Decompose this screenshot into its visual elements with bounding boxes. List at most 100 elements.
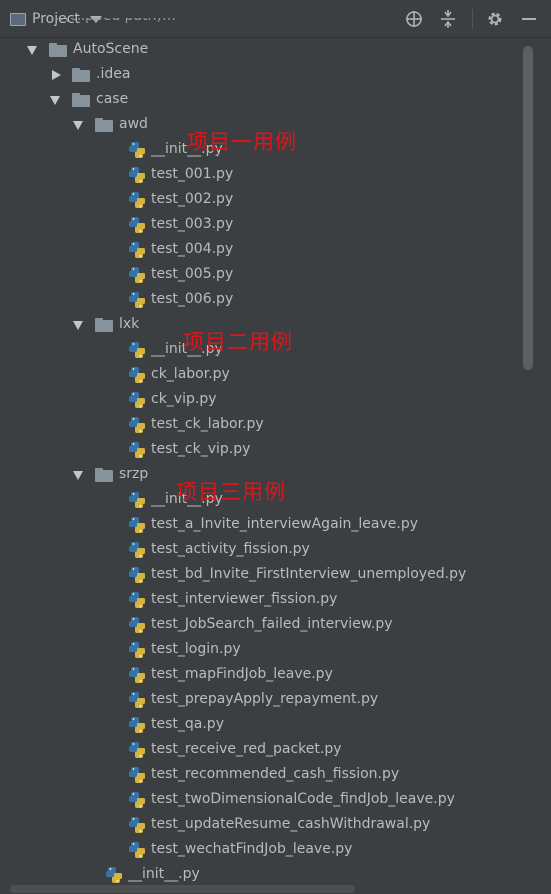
tree-row-label: test_003.py [151,216,234,232]
python-file-icon [128,416,146,434]
expand-arrow-down-icon[interactable] [73,471,83,480]
annotation-lxk: 项目二用例 [183,330,293,354]
folder-icon [49,43,67,57]
tree-row-label: ck_vip.py [151,391,217,407]
tree-file-test-bd-invite-firstinterview-unemployed-py[interactable]: test_bd_Invite_FirstInterview_unemployed… [0,563,520,588]
python-file-icon [128,191,146,209]
folder-icon [95,468,113,482]
python-file-icon [128,791,146,809]
tree-row-label: test_bd_Invite_FirstInterview_unemployed… [151,566,467,582]
tree-file-test-activity-fission-py[interactable]: test_activity_fission.py [0,538,520,563]
tree-file-test-002-py[interactable]: test_002.py [0,188,520,213]
tree-row-label: test_activity_fission.py [151,541,310,557]
expand-arrow-down-icon[interactable] [50,96,60,105]
python-file-icon [128,266,146,284]
tree-file-test-006-py[interactable]: test_006.py [0,288,520,313]
tree-file-ck-labor-py[interactable]: ck_labor.py [0,363,520,388]
tree-file-test-mapfindjob-leave-py[interactable]: test_mapFindJob_leave.py [0,663,520,688]
tree-row-label: test_login.py [151,641,241,657]
tree-row-label: lxk [119,316,140,332]
tree-row-label: test_twoDimensionalCode_findJob_leave.py [151,791,455,807]
tree-file-test-001-py[interactable]: test_001.py [0,163,520,188]
expand-arrow-down-icon[interactable] [27,46,37,55]
expand-arrow-down-icon[interactable] [73,121,83,130]
horizontal-scrollbar-thumb[interactable] [10,885,355,893]
tree-file-test-qa-py[interactable]: test_qa.py [0,713,520,738]
python-file-icon [128,341,146,359]
tree-row-label: ck_labor.py [151,366,230,382]
tree-row-label: test_005.py [151,266,234,282]
tree-file-test-005-py[interactable]: test_005.py [0,263,520,288]
expand-arrow-right-icon[interactable] [52,70,61,80]
python-file-icon [128,666,146,684]
expand-arrow-down-icon[interactable] [73,321,83,330]
tree-row-clipped[interactable]: …(clipped path)… [0,18,520,32]
project-tree: …(clipped path)… AutoScene .idea case awd __i… [0,18,551,894]
tree-row-label: test_ck_labor.py [151,416,264,432]
tree-row-label: test_002.py [151,191,234,207]
tree-folder-autoscene[interactable]: AutoScene [0,38,520,63]
annotation-srzp: 项目三用例 [176,480,286,504]
tree-row-label: test_interviewer_fission.py [151,591,338,607]
tree-file-test-twodimensionalcode-findjob-leave-py[interactable]: test_twoDimensionalCode_findJob_leave.py [0,788,520,813]
tree-folder-idea[interactable]: .idea [0,63,520,88]
annotation-awd: 项目一用例 [187,130,297,154]
folder-icon [95,318,113,332]
tree-file-test-a-invite-interviewagain-leave-py[interactable]: test_a_Invite_interviewAgain_leave.py [0,513,520,538]
python-file-icon [128,841,146,859]
tree-row-label: test_a_Invite_interviewAgain_leave.py [151,516,419,532]
python-file-icon [128,516,146,534]
python-file-icon [128,741,146,759]
folder-icon [72,68,90,82]
tree-row-label: test_wechatFindJob_leave.py [151,841,353,857]
tree-file-ck-vip-py[interactable]: ck_vip.py [0,388,520,413]
tree-row-label: test_qa.py [151,716,224,732]
tree-file-test-ck-vip-py[interactable]: test_ck_vip.py [0,438,520,463]
python-file-icon [128,616,146,634]
tree-file-test-login-py[interactable]: test_login.py [0,638,520,663]
tree-row-label: awd [119,116,148,132]
tree-file-test-jobsearch-failed-interview-py[interactable]: test_JobSearch_failed_interview.py [0,613,520,638]
python-file-icon [128,166,146,184]
tree-file-test-recommended-cash-fission-py[interactable]: test_recommended_cash_fission.py [0,763,520,788]
tree-row-label: .idea [96,66,131,82]
python-file-icon [128,641,146,659]
tree-file-test-004-py[interactable]: test_004.py [0,238,520,263]
tree-row-label: test_recommended_cash_fission.py [151,766,400,782]
tree-row-label: test_004.py [151,241,234,257]
tree-row-label: test_mapFindJob_leave.py [151,666,333,682]
tree-row-label: test_prepayApply_repayment.py [151,691,379,707]
python-file-icon [128,366,146,384]
python-file-icon [128,241,146,259]
tree-file-test-interviewer-fission-py[interactable]: test_interviewer_fission.py [0,588,520,613]
tree-row-label: test_JobSearch_failed_interview.py [151,616,393,632]
python-file-icon [128,391,146,409]
tree-file-test-ck-labor-py[interactable]: test_ck_labor.py [0,413,520,438]
python-file-icon [128,291,146,309]
tree-file-test-wechatfindjob-leave-py[interactable]: test_wechatFindJob_leave.py [0,838,520,863]
python-file-icon [128,816,146,834]
folder-icon [95,118,113,132]
python-file-icon [128,141,146,159]
tree-row-label: test_006.py [151,291,234,307]
tree-file-test-receive-red-packet-py[interactable]: test_receive_red_packet.py [0,738,520,763]
tree-row-label: test_ck_vip.py [151,441,251,457]
tree-file-test-updateresume-cashwithdrawal-py[interactable]: test_updateResume_cashWithdrawal.py [0,813,520,838]
tree-file-test-prepayapply-repayment-py[interactable]: test_prepayApply_repayment.py [0,688,520,713]
tree-folder-case[interactable]: case [0,88,520,113]
tree-row-label: case [96,91,129,107]
python-file-icon [128,566,146,584]
python-file-icon [128,441,146,459]
tree-file-test-003-py[interactable]: test_003.py [0,213,520,238]
vertical-scrollbar-thumb[interactable] [523,46,533,370]
tree-row-label: __init__.py [128,866,200,882]
tree-row-label: AutoScene [73,41,149,57]
folder-icon [72,93,90,107]
tree-row-clipped-label: …(clipped path)… [50,18,176,24]
python-file-icon [128,766,146,784]
python-file-icon [105,866,123,884]
tree-row-label: srzp [119,466,149,482]
python-file-icon [128,591,146,609]
tree-row-label: test_receive_red_packet.py [151,741,342,757]
tree-row-label: test_001.py [151,166,234,182]
